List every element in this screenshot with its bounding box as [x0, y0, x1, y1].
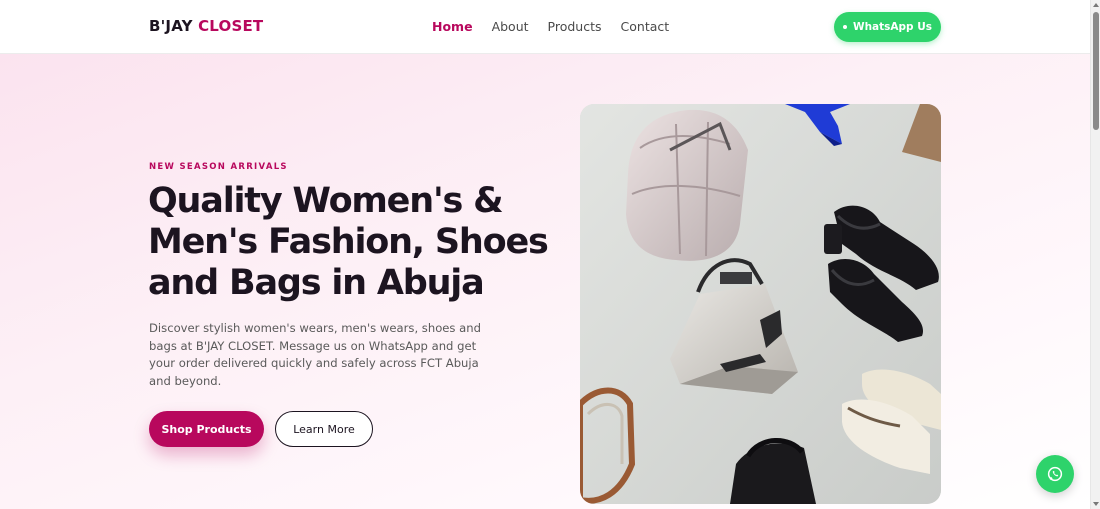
nav-link-products[interactable]: Products [548, 19, 602, 34]
brand-logo[interactable]: B'JAY CLOSET [149, 17, 263, 35]
page-scrollbar[interactable] [1090, 0, 1100, 509]
nav-link-home[interactable]: Home [432, 19, 473, 34]
scroll-up-icon[interactable] [1093, 3, 1099, 7]
hero-description: Discover stylish women's wears, men's we… [149, 321, 481, 388]
scroll-thumb[interactable] [1093, 12, 1099, 130]
nav-link-about[interactable]: About [492, 19, 529, 34]
whatsapp-floating-button[interactable] [1036, 455, 1074, 493]
whatsapp-us-label: WhatsApp Us [852, 21, 932, 33]
main-nav: Home About Products Contact [432, 19, 688, 34]
learn-more-button[interactable]: Learn More [275, 411, 373, 447]
shop-products-button[interactable]: Shop Products [149, 411, 264, 447]
nav-link-contact[interactable]: Contact [621, 19, 670, 34]
brand-name-part2: CLOSET [198, 17, 264, 35]
whatsapp-icon [1047, 466, 1063, 482]
hero-product-image [580, 104, 941, 504]
scroll-down-icon[interactable] [1093, 502, 1099, 506]
hero-eyebrow: NEW SEASON ARRIVALS [149, 162, 288, 172]
bullet-icon [842, 25, 847, 29]
whatsapp-us-button[interactable]: WhatsApp Us [834, 12, 941, 42]
hero-headline: Quality Women's & Men's Fashion, Shoes a… [148, 181, 549, 303]
site-header: B'JAY CLOSET Home About Products Contact… [0, 0, 1090, 54]
brand-name-part1: B'JAY [149, 17, 193, 35]
